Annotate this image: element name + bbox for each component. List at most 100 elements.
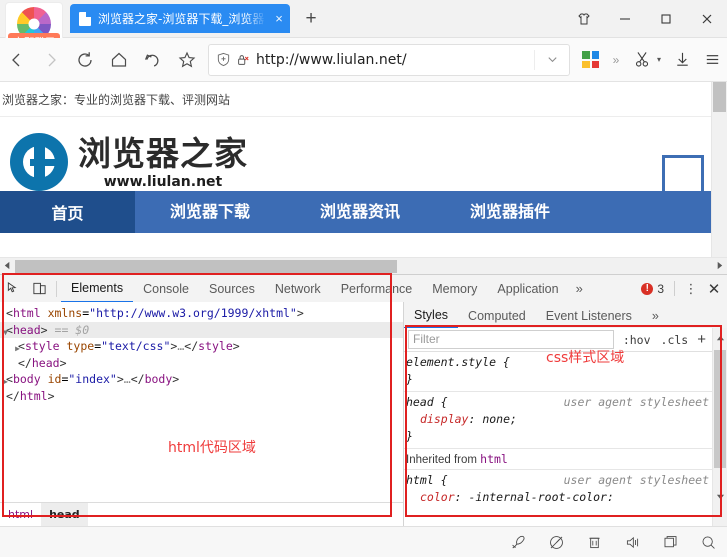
toolbar-divider [56,280,57,297]
page-vertical-scrollbar[interactable] [711,82,727,274]
reload-icon[interactable] [68,43,102,77]
maximize-icon[interactable] [645,0,686,37]
chevron-down-icon[interactable] [534,49,569,70]
dom-tree-line[interactable]: ▶ <style type="text/css">…</style> [0,338,403,355]
device-toolbar-icon[interactable] [26,276,52,302]
styles-scroll-up-icon[interactable] [713,331,727,345]
browser-tab-active[interactable]: 浏览器之家-浏览器下载_浏览器 × [70,4,290,33]
css-origin: user agent stylesheet [563,395,709,409]
dom-tree-line[interactable]: </html> [0,388,403,405]
styles-scroll-thumb[interactable] [714,350,726,468]
tab-close-icon[interactable]: × [268,12,290,25]
logo-e-icon [10,133,68,191]
styles-tab-computed[interactable]: Computed [458,303,536,328]
dom-tree[interactable]: <html xmlns="http://www.w3.org/1999/xhtm… [0,302,403,502]
site-header: 浏览器之家 www.liulan.net 首页 浏览器下载 浏览器资讯 浏览器插… [0,117,712,233]
dom-tree-line[interactable]: ▼ <head> == $0 [0,321,403,338]
devtools-tab-performance[interactable]: Performance [331,276,423,302]
overflow-icon[interactable]: » [605,53,627,67]
page-horizontal-scrollbar[interactable] [0,257,727,274]
site-nav-item-news[interactable]: 浏览器资讯 [285,189,435,235]
star-icon[interactable] [170,43,204,77]
forward-icon[interactable] [34,43,68,77]
window-controls [563,0,727,37]
inspect-element-icon[interactable] [0,276,26,302]
dom-tree-line[interactable]: </head> [0,355,403,372]
browser-status-bar [0,526,727,557]
error-count: 3 [657,281,664,296]
devtools-panel: Elements Console Sources Network Perform… [0,273,727,527]
back-icon[interactable] [0,43,34,77]
devtools-tab-memory[interactable]: Memory [422,276,487,302]
styles-vertical-scrollbar[interactable] [712,328,727,527]
minimize-icon[interactable] [604,0,645,37]
shield-add-icon[interactable] [216,52,231,67]
site-nav-item-home[interactable]: 首页 [0,191,135,233]
undo-icon[interactable] [136,43,170,77]
inherited-tag[interactable]: html [480,452,508,466]
url-text[interactable]: http://www.liulan.net/ [256,52,534,68]
search-icon[interactable] [689,527,727,557]
styles-scroll-down-icon[interactable] [713,489,727,503]
new-style-rule-icon[interactable]: + [693,332,713,347]
styles-tab-event-listeners[interactable]: Event Listeners [536,303,642,328]
devtools-more-tabs-icon[interactable]: » [569,281,590,296]
page-hscroll-right-icon[interactable] [712,257,727,274]
speed-icon[interactable] [537,527,575,557]
css-value[interactable]: none; [482,412,517,426]
speaker-icon[interactable] [613,527,651,557]
dom-tree-line[interactable]: ▶ <body id="index">…</body> [0,371,403,388]
page-vscroll-thumb[interactable] [713,82,726,112]
inherited-from-header: Inherited from html [404,449,713,470]
home-icon[interactable] [102,43,136,77]
devtools-tab-elements[interactable]: Elements [61,275,134,303]
site-nav-item-download[interactable]: 浏览器下载 [135,189,285,235]
devtools-body: <html xmlns="http://www.w3.org/1999/xhtm… [0,302,727,527]
page-favicon-icon [79,11,91,26]
tab-title: 浏览器之家-浏览器下载_浏览器 [98,12,265,26]
rocket-icon[interactable] [499,527,537,557]
css-property[interactable]: display [406,412,468,426]
devtools-tab-network[interactable]: Network [265,276,331,302]
site-logo[interactable]: 浏览器之家 www.liulan.net [10,133,248,191]
page-hscroll-thumb[interactable] [15,259,397,273]
styles-tab-styles[interactable]: Styles [404,302,459,329]
devtools-close-icon[interactable]: ✕ [701,280,727,298]
error-count-badge[interactable]: ! 3 [641,282,668,296]
devtools-tab-sources[interactable]: Sources [199,276,265,302]
css-declaration[interactable]: color: -internal-root-color; [406,489,713,501]
site-topbar: 浏览器之家：专业的浏览器下载、评测网站 [0,82,712,117]
devtools-tab-application[interactable]: Application [487,276,568,302]
address-bar[interactable]: http://www.liulan.net/ [208,43,570,76]
download-icon[interactable] [667,45,697,75]
scissors-dropdown-icon[interactable]: ▾ [657,55,667,64]
devtools-kebab-icon[interactable]: ⋮ [681,282,701,295]
css-value[interactable]: -internal-root-color; [468,490,613,501]
skin-icon[interactable] [563,0,604,37]
dom-tree-line-text: <head> == $0 [6,322,90,337]
css-property[interactable]: color [406,490,455,501]
new-tab-button[interactable]: + [300,8,322,30]
hov-toggle[interactable]: :hov [618,333,656,347]
scissors-icon[interactable] [627,45,657,75]
styles-tabbar: Styles Computed Event Listeners » [404,302,727,329]
dom-tree-line[interactable]: <html xmlns="http://www.w3.org/1999/xhtm… [0,305,403,322]
browser-window: 立即登录 浏览器之家-浏览器下载_浏览器 × + [0,0,727,557]
site-nav-item-plugins[interactable]: 浏览器插件 [435,189,585,235]
page-hscroll-left-icon[interactable] [0,257,15,274]
breadcrumb-item-head[interactable]: head [41,503,88,527]
css-rule-html[interactable]: html { user agent stylesheet color: -int… [404,470,713,501]
trash-icon[interactable] [575,527,613,557]
close-icon[interactable] [686,0,727,37]
breadcrumb-item-html[interactable]: html [0,503,41,527]
css-declaration[interactable]: display: none; [406,411,713,428]
navigation-bar: http://www.liulan.net/ » ▾ [0,38,727,82]
devtools-tab-console[interactable]: Console [133,276,199,302]
insecure-lock-icon[interactable] [236,53,250,67]
window-icon[interactable] [651,527,689,557]
menu-icon[interactable] [697,45,727,75]
cls-toggle[interactable]: .cls [656,333,694,347]
css-rule-head[interactable]: head { user agent stylesheet display: no… [404,392,713,449]
styles-more-tabs-icon[interactable]: » [642,303,669,328]
apps-grid-icon[interactable] [582,51,599,68]
